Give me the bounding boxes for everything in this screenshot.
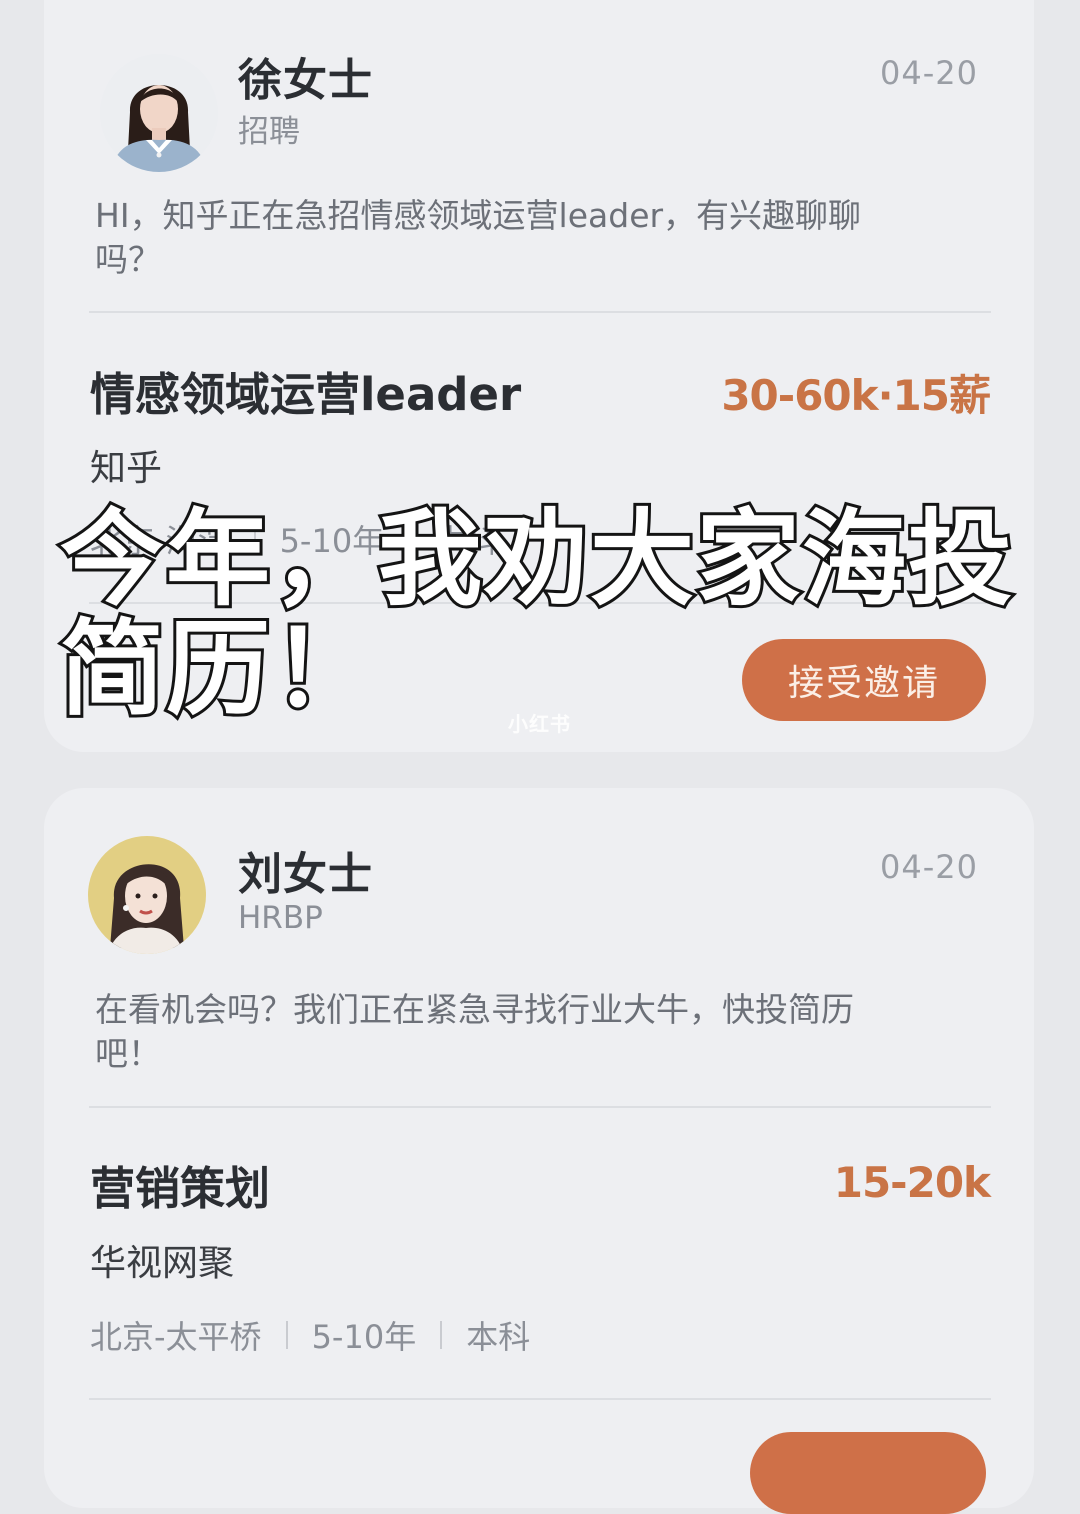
- divider: [89, 311, 991, 313]
- overlay-caption-line2: 简历！: [57, 608, 379, 730]
- woman-illustration-icon: [88, 836, 206, 954]
- recruiter-avatar[interactable]: [88, 836, 206, 954]
- invitation-message: HI，知乎正在急招情感领域运营leader，有兴趣聊聊吗？: [95, 196, 862, 279]
- salary: 15-20k: [833, 1158, 991, 1207]
- company-name: 华视网聚: [90, 1243, 235, 1284]
- company-name: 知乎: [90, 448, 163, 489]
- job-location: 北京-太平桥: [90, 1318, 262, 1356]
- job-experience: 5-10年: [311, 1318, 417, 1356]
- invitation-card[interactable]: 刘女士 HRBP 04-20 在看机会吗？我们正在紧急寻找行业大牛，快投简历吧！…: [44, 788, 1034, 1514]
- invitation-message: 在看机会吗？我们正在紧急寻找行业大牛，快投简历吧！: [95, 990, 854, 1073]
- divider: [89, 1106, 991, 1108]
- recruiter-role: HRBP: [238, 900, 323, 936]
- job-title[interactable]: 情感领域运营leader: [90, 358, 521, 423]
- job-meta: 北京-太平桥 5-10年 本科: [90, 1312, 530, 1358]
- divider: [89, 1398, 991, 1400]
- job-education: 本科: [466, 1318, 531, 1356]
- job-title[interactable]: 营销策划: [90, 1152, 270, 1217]
- accept-invitation-button-partial[interactable]: [750, 1432, 986, 1514]
- salary: 30-60k·15薪: [721, 371, 991, 420]
- accept-invitation-button[interactable]: 接受邀请: [742, 639, 986, 721]
- woman-portrait-icon: [100, 54, 218, 172]
- message-date: 04-20: [880, 54, 978, 92]
- meta-separator: [285, 1321, 288, 1349]
- message-date: 04-20: [880, 848, 978, 886]
- recruiter-name: 徐女士: [238, 55, 373, 106]
- recruiter-avatar[interactable]: [100, 54, 218, 172]
- recruiter-name: 刘女士: [238, 849, 373, 900]
- overlay-caption-line1: 今年，我劝大家海投: [57, 498, 1015, 620]
- meta-separator: [440, 1321, 443, 1349]
- watermark: 小红书: [508, 712, 571, 736]
- recruiter-role: 招聘: [238, 114, 300, 150]
